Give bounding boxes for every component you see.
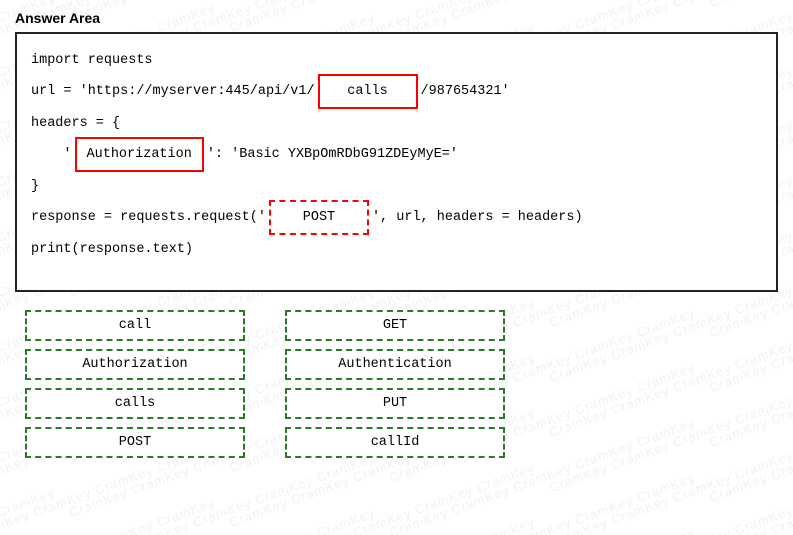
code-text: } [31,173,39,200]
option-opt-authorization[interactable]: Authorization [25,349,245,380]
authorization-box[interactable]: Authorization [75,137,204,172]
code-text: ': 'Basic YXBpOmRDbG91ZDEyMyE=' [207,141,458,168]
code-text: /987654321' [421,78,510,105]
post-box[interactable]: POST [269,200,369,235]
code-text: response = requests.request(' [31,204,266,231]
option-opt-callid[interactable]: callId [285,427,505,458]
code-line-5: } [31,172,762,200]
option-opt-post[interactable]: POST [25,427,245,458]
option-opt-call[interactable]: call [25,310,245,341]
code-line-7: print(response.text) [31,235,762,263]
code-line-3: headers = { [31,109,762,137]
code-text: ', url, headers = headers) [372,204,583,231]
code-box: import requests url = 'https://myserver:… [15,32,778,292]
option-opt-put[interactable]: PUT [285,388,505,419]
options-area: call GET Authorization Authentication calls P… [15,310,778,458]
code-text: print(response.text) [31,236,193,263]
code-line-1: import requests [31,46,762,74]
code-text: headers = { [31,110,120,137]
code-text: import requests [31,47,153,74]
option-opt-authentication[interactable]: Authentication [285,349,505,380]
code-text: ' [31,141,72,168]
code-line-4: 'Authorization': 'Basic YXBpOmRDbG91ZDEy… [31,137,762,172]
calls-box[interactable]: calls [318,74,418,109]
option-opt-calls[interactable]: calls [25,388,245,419]
option-opt-get[interactable]: GET [285,310,505,341]
code-line-6: response = requests.request('POST', url,… [31,200,762,235]
answer-area-label: Answer Area [15,10,778,26]
code-line-2: url = 'https://myserver:445/api/v1/calls… [31,74,762,109]
code-text: url = 'https://myserver:445/api/v1/ [31,78,315,105]
